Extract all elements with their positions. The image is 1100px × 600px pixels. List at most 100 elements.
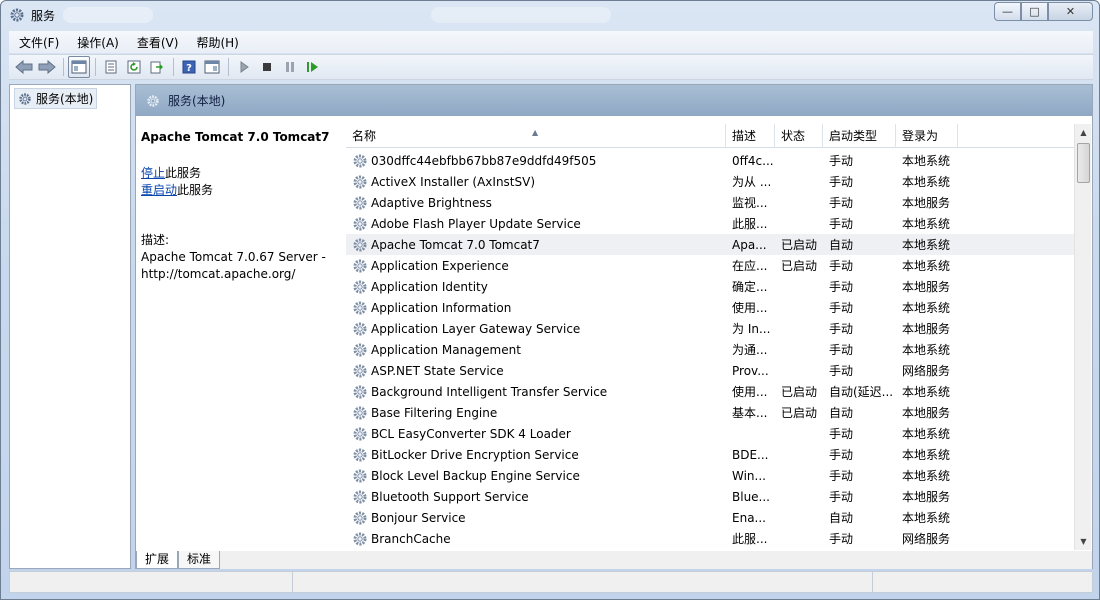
forward-button[interactable]: [36, 56, 58, 78]
restart-service-link[interactable]: 重启动: [141, 183, 177, 197]
menu-help[interactable]: 帮助(H): [186, 34, 246, 51]
service-row[interactable]: Application Management 为通... 手动 本地系统: [346, 339, 1076, 360]
restart-service-button[interactable]: [302, 56, 324, 78]
service-startup-type: 自动: [829, 238, 854, 252]
service-logon-as: 本地系统: [902, 301, 951, 315]
service-startup-type: 自动: [829, 406, 854, 420]
service-logon-as: 本地系统: [902, 175, 951, 189]
service-logon-as: 本地系统: [902, 385, 951, 399]
show-hide-action-pane-button[interactable]: [201, 56, 223, 78]
vertical-scrollbar[interactable]: ▲ ▼: [1074, 124, 1091, 550]
service-row[interactable]: Bluetooth Support Service Blue... 手动 本地服务: [346, 486, 1076, 507]
service-row[interactable]: ASP.NET State Service Prov... 手动 网络服务: [346, 360, 1076, 381]
show-console-tree-button[interactable]: [68, 56, 90, 78]
service-row[interactable]: ActiveX Installer (AxInstSV) 为从 ... 手动 本地系统: [346, 171, 1076, 192]
service-description: Ena...: [732, 510, 766, 525]
service-startup-type: 手动: [829, 469, 854, 483]
service-row[interactable]: Apache Tomcat 7.0 Tomcat7 Apa... 已启动 自动 本地系统: [346, 234, 1076, 255]
service-name: Adobe Flash Player Update Service: [371, 216, 581, 231]
scroll-down-arrow-icon[interactable]: ▼: [1075, 533, 1092, 550]
service-gear-icon: [353, 322, 367, 335]
service-row[interactable]: Adaptive Brightness 监视... 手动 本地服务: [346, 192, 1076, 213]
service-logon-as: 本地系统: [902, 469, 951, 483]
service-row[interactable]: BranchCache 此服... 手动 网络服务: [346, 528, 1076, 549]
properties-button[interactable]: [100, 56, 122, 78]
service-description: Win...: [732, 468, 766, 483]
service-gear-icon: [353, 490, 367, 503]
scroll-up-arrow-icon[interactable]: ▲: [1075, 124, 1092, 141]
column-header-description[interactable]: 描述: [726, 124, 775, 148]
back-button[interactable]: [13, 56, 35, 78]
selected-service-name: Apache Tomcat 7.0 Tomcat7: [141, 130, 330, 144]
scrollbar-thumb[interactable]: [1077, 143, 1090, 183]
service-gear-icon: [353, 196, 367, 209]
service-startup-type: 手动: [829, 322, 854, 336]
service-startup-type: 自动: [829, 511, 854, 525]
service-row[interactable]: BitLocker Drive Encryption Service BDE...…: [346, 444, 1076, 465]
start-service-button[interactable]: [233, 56, 255, 78]
menu-view[interactable]: 查看(V): [127, 34, 187, 51]
service-startup-type: 手动: [829, 364, 854, 378]
service-row[interactable]: Application Experience 在应... 已启动 手动 本地系统: [346, 255, 1076, 276]
service-name: Bonjour Service: [371, 510, 466, 525]
service-logon-as: 本地系统: [902, 259, 951, 273]
service-description: 为通...: [732, 343, 768, 357]
main-panel-title: 服务(本地): [168, 94, 226, 108]
service-row[interactable]: Block Level Backup Engine Service Win... 手…: [346, 465, 1076, 486]
service-row[interactable]: Application Information 使用... 手动 本地系统: [346, 297, 1076, 318]
tree-item-services-local[interactable]: 服务(本地): [14, 88, 98, 109]
menu-action[interactable]: 操作(A): [67, 34, 127, 51]
service-description: 使用...: [732, 385, 768, 399]
service-row[interactable]: Adobe Flash Player Update Service 此服... 手动…: [346, 213, 1076, 234]
service-name: Application Layer Gateway Service: [371, 321, 581, 336]
window-title: 服务: [31, 9, 56, 23]
service-name-cell: Background Intelligent Transfer Service: [346, 384, 726, 400]
service-row[interactable]: 030dffc44ebfbb67bb87e9ddfd49f505 0ff4c...…: [346, 150, 1076, 171]
service-description: 确定...: [732, 280, 768, 294]
service-name-cell: Bluetooth Support Service: [346, 489, 726, 505]
service-name: BranchCache: [371, 531, 451, 546]
column-header-logon-as[interactable]: 登录为: [896, 124, 958, 148]
pause-service-button[interactable]: [279, 56, 301, 78]
service-name: 030dffc44ebfbb67bb87e9ddfd49f505: [371, 153, 597, 168]
service-description: 为 In...: [732, 322, 771, 336]
column-name-label: 名称: [352, 129, 377, 143]
refresh-button[interactable]: [123, 56, 145, 78]
service-gear-icon: [353, 238, 367, 251]
export-list-button[interactable]: [146, 56, 168, 78]
service-name: BitLocker Drive Encryption Service: [371, 447, 579, 462]
maximize-button[interactable]: □: [1021, 2, 1048, 21]
title-bar[interactable]: 服务 — □ ✕: [1, 1, 1099, 29]
column-header-name[interactable]: ▲ 名称: [346, 124, 726, 148]
service-row[interactable]: Bonjour Service Ena... 自动 本地系统: [346, 507, 1076, 528]
stop-service-button[interactable]: [256, 56, 278, 78]
service-description: 0ff4c...: [732, 153, 774, 168]
service-name: Application Management: [371, 342, 521, 357]
service-row[interactable]: Application Layer Gateway Service 为 In...…: [346, 318, 1076, 339]
service-name: ActiveX Installer (AxInstSV): [371, 174, 536, 189]
column-header-status[interactable]: 状态: [775, 124, 823, 148]
service-status: 已启动: [781, 238, 818, 252]
stop-service-link[interactable]: 停止: [141, 166, 165, 180]
minimize-button[interactable]: —: [994, 2, 1021, 21]
tab-standard[interactable]: 标准: [178, 551, 221, 569]
service-gear-icon: [353, 217, 367, 230]
service-row[interactable]: BCL EasyConverter SDK 4 Loader 手动 本地系统: [346, 423, 1076, 444]
status-segment: [872, 572, 873, 592]
export-icon: [150, 61, 163, 74]
menu-file[interactable]: 文件(F): [9, 34, 67, 51]
service-description: 在应...: [732, 259, 768, 273]
service-logon-as: 网络服务: [902, 364, 951, 378]
service-gear-icon: [353, 469, 367, 482]
close-button[interactable]: ✕: [1048, 2, 1093, 21]
tab-extended[interactable]: 扩展: [136, 551, 179, 569]
service-gear-icon: [353, 280, 367, 293]
service-description: BDE...: [732, 447, 769, 462]
service-row[interactable]: Application Identity 确定... 手动 本地服务: [346, 276, 1076, 297]
column-header-startup-type[interactable]: 启动类型: [823, 124, 896, 148]
service-row[interactable]: Background Intelligent Transfer Service 使…: [346, 381, 1076, 402]
toolbar-separator: [63, 58, 64, 76]
service-row[interactable]: Base Filtering Engine 基本... 已启动 自动 本地服务: [346, 402, 1076, 423]
description-line-2: http://tomcat.apache.org/: [141, 267, 296, 281]
help-button[interactable]: ?: [178, 56, 200, 78]
